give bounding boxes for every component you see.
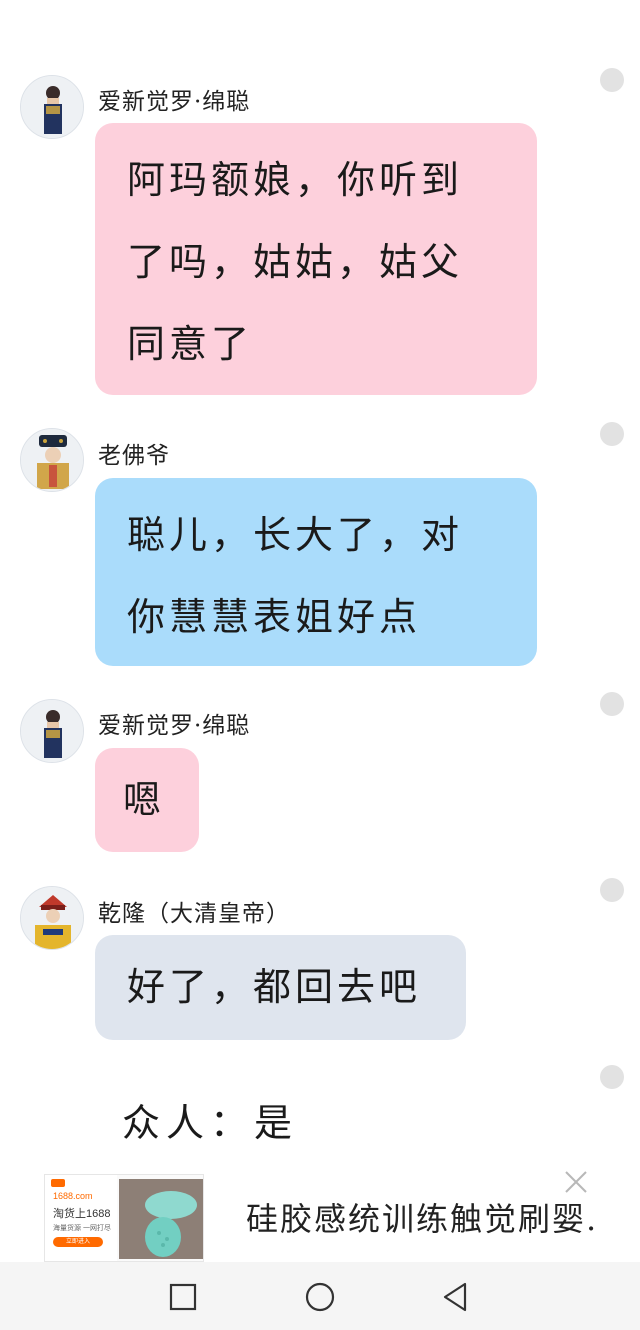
back-icon[interactable]: [438, 1280, 472, 1314]
sender-name: 爱新觉罗·绵聪: [98, 713, 251, 739]
ad-logo-icon: [51, 1179, 65, 1187]
message-line: 你慧慧表姐好点: [127, 595, 422, 639]
ad-thumbnail-panel: 1688.com 淘货上1688 海量货源 一网打尽 立即进入: [45, 1175, 117, 1261]
sender-name: 爱新觉罗·绵聪: [98, 89, 251, 115]
status-dot: [600, 68, 624, 92]
empress-dowager-avatar-icon: [21, 429, 83, 491]
ad-title[interactable]: 硅胶感统训练触觉刷婴.: [246, 1194, 598, 1240]
ad-banner[interactable]: 1688.com 淘货上1688 海量货源 一网打尽 立即进入 硅胶感统训练触觉…: [0, 1170, 640, 1262]
message-line: 同意了: [127, 322, 254, 366]
avatar[interactable]: [20, 886, 84, 950]
status-dot: [600, 422, 624, 446]
system-navigation-bar: [0, 1262, 640, 1330]
child-avatar-icon: [21, 76, 83, 138]
sender-name: 乾隆（大清皇帝）: [98, 901, 290, 927]
sender-name: 老佛爷: [98, 443, 170, 469]
ad-site: 1688.com: [53, 1191, 93, 1201]
emperor-avatar-icon: [21, 887, 83, 949]
message-bubble[interactable]: 嗯: [95, 748, 199, 852]
message-bubble[interactable]: 好了，都回去吧: [95, 935, 466, 1040]
ad-thumb-button: 立即进入: [53, 1237, 103, 1247]
message-bubble[interactable]: 阿玛额娘，你听到 了吗，姑姑，姑父 同意了: [95, 123, 537, 395]
message-line: 了吗，姑姑，姑父: [127, 240, 464, 284]
ad-thumbnail[interactable]: 1688.com 淘货上1688 海量货源 一网打尽 立即进入: [44, 1174, 204, 1262]
message-bubble[interactable]: 聪儿，长大了，对 你慧慧表姐好点: [95, 478, 537, 666]
message-line: 聪儿，长大了，对: [127, 513, 464, 557]
status-dot: [600, 1065, 624, 1089]
avatar[interactable]: [20, 699, 84, 763]
message-line: 好了，都回去吧: [127, 965, 422, 1009]
status-dot: [600, 878, 624, 902]
message-line: 阿玛额娘，你听到: [127, 158, 464, 202]
recent-apps-icon[interactable]: [166, 1280, 200, 1314]
close-icon[interactable]: [560, 1166, 592, 1198]
narration-text: 众人：是: [122, 1101, 299, 1145]
avatar[interactable]: [20, 75, 84, 139]
ad-thumb-subtitle: 海量货源 一网打尽: [53, 1225, 111, 1232]
ad-thumb-title: 淘货上1688: [53, 1208, 111, 1220]
status-dot: [600, 692, 624, 716]
home-icon[interactable]: [303, 1280, 337, 1314]
ad-product-image: [119, 1179, 203, 1259]
child-avatar-icon: [21, 700, 83, 762]
avatar[interactable]: [20, 428, 84, 492]
message-line: 嗯: [123, 778, 166, 822]
